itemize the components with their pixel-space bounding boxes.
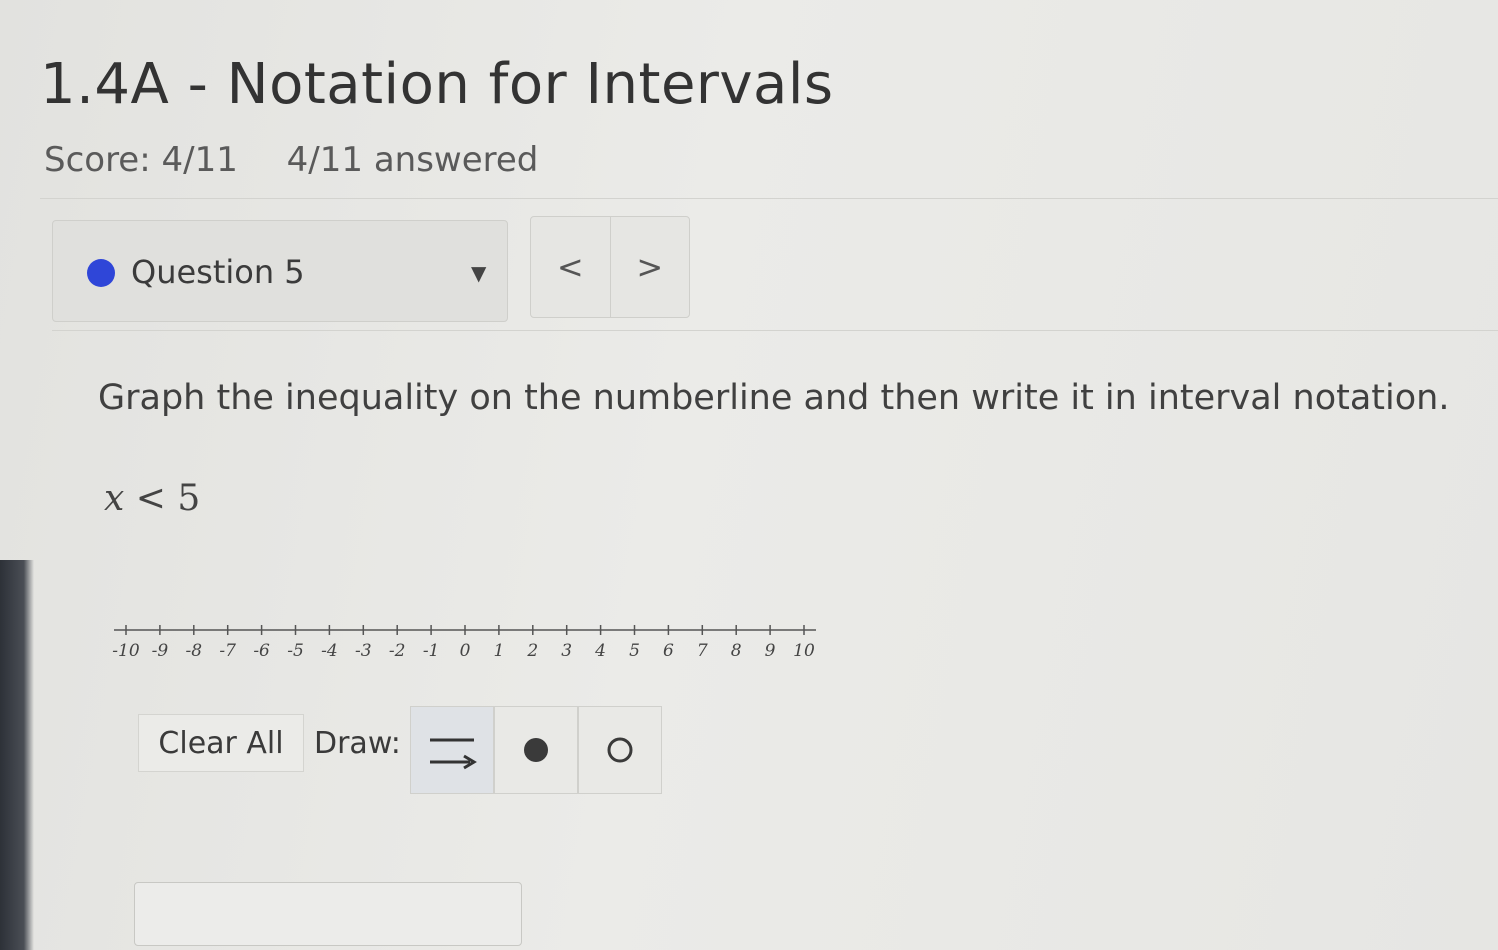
number-line-tick-label: 7 bbox=[697, 641, 708, 661]
header-divider bbox=[40, 198, 1498, 199]
caret-down-icon: ▼ bbox=[471, 261, 487, 285]
question-nav: < > bbox=[530, 216, 690, 318]
inequality-variable: x bbox=[104, 478, 125, 519]
number-line-tick-label: -5 bbox=[287, 641, 304, 661]
ray-tool-button[interactable] bbox=[410, 706, 494, 794]
question-select[interactable]: Question 5 ▼ bbox=[52, 220, 508, 322]
inequality-expression: < 5 bbox=[124, 478, 201, 519]
open-dot-tool-button[interactable] bbox=[578, 706, 662, 794]
number-line-tick-label: -2 bbox=[389, 641, 406, 661]
clear-all-button[interactable]: Clear All bbox=[138, 714, 304, 772]
chevron-left-icon: < bbox=[556, 248, 584, 286]
draw-label: Draw: bbox=[314, 726, 401, 761]
previous-question-button[interactable]: < bbox=[531, 217, 610, 317]
number-line-tick-label: -3 bbox=[355, 641, 372, 661]
number-line-tick-label: -1 bbox=[423, 641, 440, 661]
number-line-tick-label: 4 bbox=[594, 641, 606, 661]
page: 1.4A - Notation for Intervals Score: 4/1… bbox=[0, 0, 1498, 950]
question-prompt: Graph the inequality on the numberline a… bbox=[98, 378, 1450, 418]
number-line-graph[interactable]: -10 -9 -8 -7 -6 -5 -4 -3 -2 -1 0 1 2 3 4 5 6 7 8 9 10 bbox=[104, 612, 834, 672]
ray-tool-icon bbox=[430, 738, 477, 770]
chevron-right-icon: > bbox=[636, 248, 664, 286]
number-line-tick-label: -8 bbox=[186, 641, 203, 661]
closed-dot-icon bbox=[524, 738, 548, 762]
number-line-tick-label: 1 bbox=[493, 641, 504, 661]
open-dot-icon bbox=[607, 737, 633, 763]
question-select-label: Question 5 bbox=[131, 253, 305, 291]
score-text: Score: 4/11 bbox=[44, 140, 238, 180]
closed-dot-tool-button[interactable] bbox=[494, 706, 578, 794]
number-line-tick-label: -9 bbox=[152, 641, 169, 661]
number-line-tick-label: 8 bbox=[731, 641, 742, 661]
score-row: Score: 4/11 4/11 answered bbox=[44, 140, 576, 180]
number-line-tick-label: 6 bbox=[663, 641, 674, 661]
number-line-tick-label: 2 bbox=[526, 641, 538, 661]
screen-bezel bbox=[0, 560, 34, 950]
number-line-tick-label: -6 bbox=[253, 641, 270, 661]
number-line-tick-label: -4 bbox=[321, 641, 338, 661]
next-question-button[interactable]: > bbox=[609, 217, 690, 317]
number-line-tick-label: -10 bbox=[112, 641, 140, 661]
inequality: x < 5 bbox=[104, 478, 200, 519]
question-divider bbox=[52, 330, 1498, 331]
number-line-tick-label: 9 bbox=[765, 641, 776, 661]
number-line-tick-label: 0 bbox=[460, 641, 471, 661]
number-line-tick-label: 10 bbox=[793, 641, 815, 661]
interval-answer-input[interactable] bbox=[134, 882, 522, 946]
question-status-dot bbox=[87, 259, 115, 287]
number-line-tick-label: 3 bbox=[561, 641, 572, 661]
answered-text: 4/11 answered bbox=[286, 140, 539, 180]
assignment-title: 1.4A - Notation for Intervals bbox=[40, 52, 834, 117]
number-line-tick-label: -7 bbox=[219, 641, 236, 661]
number-line-tick-label: 5 bbox=[629, 641, 640, 661]
